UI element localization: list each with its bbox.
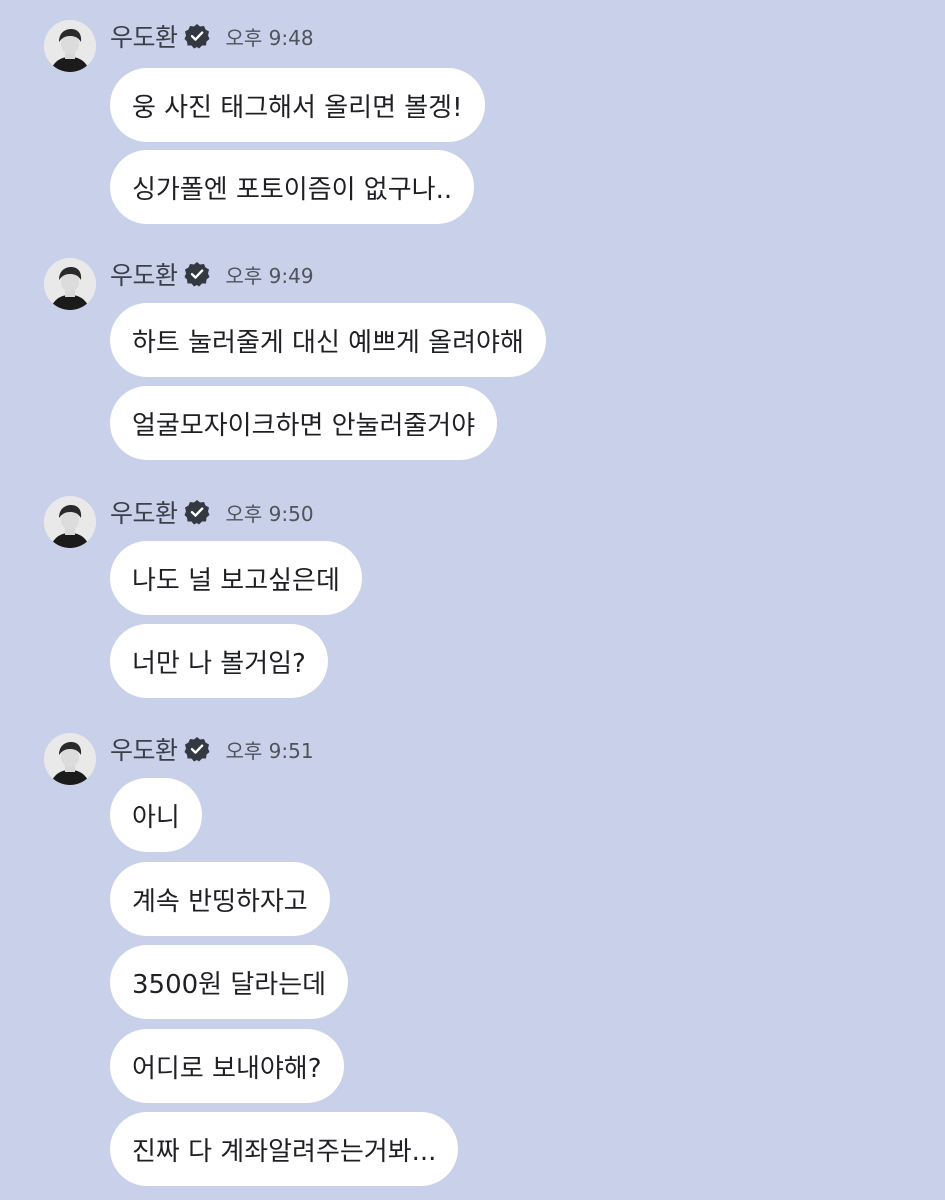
message-bubble[interactable]: 싱가폴엔 포토이즘이 없구나.. <box>110 150 475 224</box>
message-bubble[interactable]: 진짜 다 계좌알려주는거봐... <box>110 1112 459 1186</box>
avatar[interactable] <box>44 496 96 548</box>
sender-name[interactable]: 우도환 <box>110 494 178 530</box>
chat-thread: 우도환 오후 9:48 웅 사진 태그해서 올리면 볼겡! 싱가폴엔 포토이즘이… <box>0 0 945 1200</box>
message-bubble[interactable]: 하트 눌러줄게 대신 예쁘게 올려야해 <box>110 303 546 377</box>
verified-badge-icon <box>184 500 210 525</box>
verified-badge-icon <box>184 24 210 49</box>
message-bubble[interactable]: 아니 <box>110 778 202 852</box>
message-bubble[interactable]: 어디로 보내야해? <box>110 1029 344 1103</box>
timestamp: 오후 9:50 <box>225 501 314 526</box>
avatar[interactable] <box>44 733 96 785</box>
verified-badge-icon <box>184 737 210 762</box>
message-bubble[interactable]: 나도 널 보고싶은데 <box>110 541 362 615</box>
sender-name[interactable]: 우도환 <box>110 18 178 54</box>
timestamp: 오후 9:49 <box>225 263 314 288</box>
message-header: 우도환 오후 9:49 <box>110 258 314 290</box>
message-bubble[interactable]: 계속 반띵하자고 <box>110 862 330 936</box>
message-bubble[interactable]: 너만 나 볼거임? <box>110 624 328 698</box>
sender-name[interactable]: 우도환 <box>110 256 178 292</box>
avatar[interactable] <box>44 20 96 72</box>
timestamp: 오후 9:51 <box>225 738 314 763</box>
sender-name[interactable]: 우도환 <box>110 731 178 767</box>
message-header: 우도환 오후 9:51 <box>110 733 314 765</box>
avatar[interactable] <box>44 258 96 310</box>
timestamp: 오후 9:48 <box>225 25 314 50</box>
message-bubble[interactable]: 웅 사진 태그해서 올리면 볼겡! <box>110 68 485 142</box>
message-header: 우도환 오후 9:48 <box>110 20 314 52</box>
message-header: 우도환 오후 9:50 <box>110 496 314 528</box>
message-bubble[interactable]: 얼굴모자이크하면 안눌러줄거야 <box>110 386 498 460</box>
message-bubble[interactable]: 3500원 달라는데 <box>110 945 349 1019</box>
verified-badge-icon <box>184 262 210 287</box>
